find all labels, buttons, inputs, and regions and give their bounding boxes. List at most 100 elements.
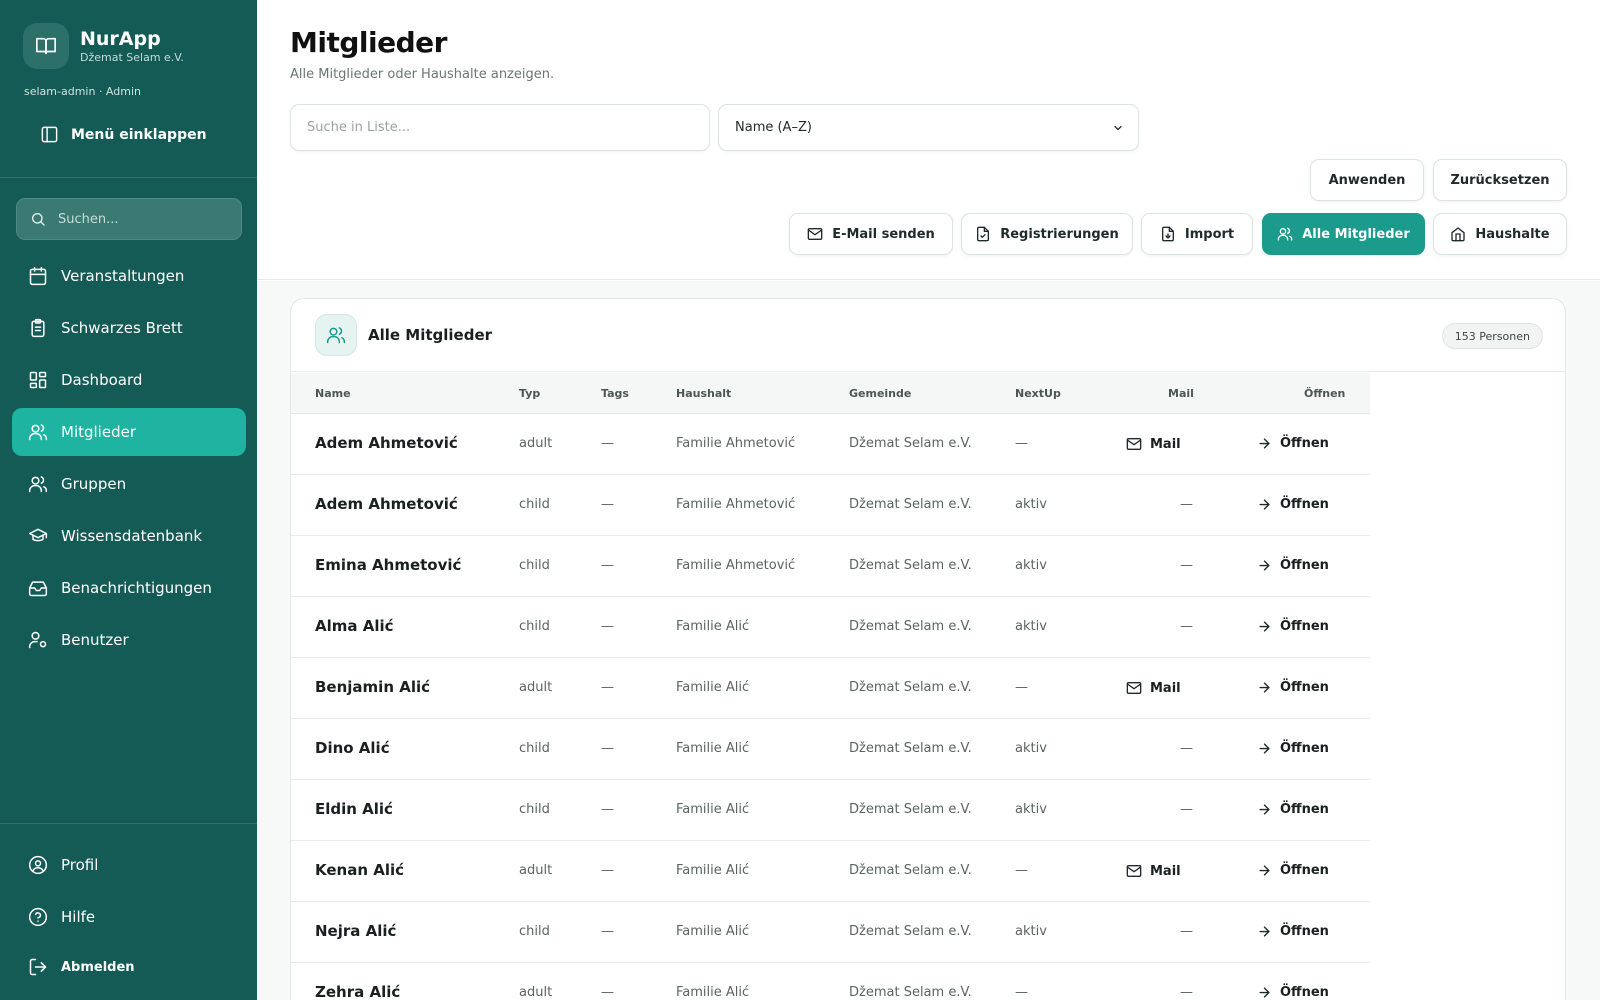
mail-icon — [807, 228, 823, 240]
reset-button[interactable]: Zurücksetzen — [1433, 159, 1567, 201]
member-tags: — — [601, 985, 614, 1000]
member-name: Kenan Alić — [315, 861, 405, 879]
sort-select[interactable]: Name (A–Z) — [718, 104, 1139, 151]
sidebar-item-mitglieder[interactable]: Mitglieder — [12, 408, 246, 456]
send-email-label: E-Mail senden — [832, 226, 935, 242]
table-row[interactable]: Alma Alić child — Familie Alić Džemat Selam … — [291, 597, 1370, 658]
member-tags: — — [601, 619, 614, 634]
member-community: Džemat Selam e.V. — [849, 436, 972, 451]
open-member-link[interactable]: Öffnen — [1257, 863, 1329, 878]
member-tags: — — [601, 497, 614, 512]
sidebar-item-profil[interactable]: Profil — [12, 841, 246, 889]
chevron-down-icon — [1114, 125, 1122, 130]
all-members-button[interactable]: Alle Mitglieder — [1262, 213, 1425, 255]
sidebar-item-dashboard[interactable]: Dashboard — [12, 356, 246, 404]
member-household: Familie Alić — [676, 802, 750, 817]
open-member-link[interactable]: Öffnen — [1257, 619, 1329, 634]
column-header-name[interactable]: Name — [315, 387, 351, 400]
registrations-button[interactable]: Registrierungen — [961, 213, 1133, 255]
member-nextup: aktiv — [1015, 802, 1047, 817]
sidebar-panel-icon — [41, 126, 58, 143]
sidebar-item-label: Hilfe — [61, 908, 96, 926]
sidebar-search[interactable] — [16, 198, 242, 240]
table-row[interactable]: Adem Ahmetović adult — Familie Ahmetović Dže… — [291, 414, 1370, 475]
sidebar-item-label: Schwarzes Brett — [61, 319, 183, 337]
sidebar-item-label: Dashboard — [61, 371, 143, 389]
members-table: Name Typ Tags Haushalt Gemeinde NextUp M… — [291, 373, 1370, 1000]
sidebar-item-label: Mitglieder — [61, 423, 136, 441]
arrow-right-icon — [1259, 804, 1270, 815]
table-row[interactable]: Nejra Alić child — Familie Alić Džemat Selam… — [291, 902, 1370, 963]
sidebar-item-benutzer[interactable]: Benutzer — [12, 616, 246, 664]
sidebar-search-input[interactable] — [58, 211, 218, 227]
member-community: Džemat Selam e.V. — [849, 741, 972, 756]
column-header-nextup[interactable]: NextUp — [1015, 387, 1061, 400]
households-button[interactable]: Haushalte — [1433, 213, 1567, 255]
open-member-link[interactable]: Öffnen — [1257, 802, 1329, 817]
send-email-button[interactable]: E-Mail senden — [789, 213, 953, 255]
column-header-type[interactable]: Typ — [519, 387, 540, 400]
logout-button[interactable]: Abmelden — [12, 943, 246, 991]
import-button[interactable]: Import — [1141, 213, 1253, 255]
open-label: Öffnen — [1280, 619, 1329, 634]
count-badge: 153 Personen — [1441, 323, 1543, 349]
mail-link[interactable]: Mail — [1126, 680, 1181, 696]
file-import-icon — [1161, 226, 1174, 242]
mail-link[interactable]: Mail — [1126, 863, 1181, 879]
inbox-icon — [28, 581, 48, 597]
table-row[interactable]: Kenan Alić adult — Familie Alić Džemat Selam… — [291, 841, 1370, 902]
open-member-link[interactable]: Öffnen — [1257, 741, 1329, 756]
sidebar: NurApp Džemat Selam e.V. selam-admin · A… — [0, 0, 257, 1000]
table-row[interactable]: Emina Ahmetović child — Familie Ahmetović Dž… — [291, 536, 1370, 597]
open-member-link[interactable]: Öffnen — [1257, 985, 1329, 1000]
member-mail: — — [1180, 802, 1193, 817]
brand[interactable]: NurApp Džemat Selam e.V. — [23, 23, 184, 69]
apply-button[interactable]: Anwenden — [1310, 159, 1424, 201]
member-tags: — — [601, 802, 614, 817]
card-title: Alle Mitglieder — [368, 326, 493, 344]
sidebar-item-label: Wissensdatenbank — [61, 527, 203, 545]
member-household: Familie Ahmetović — [676, 497, 796, 512]
sidebar-item-schwarzes-brett[interactable]: Schwarzes Brett — [12, 304, 246, 352]
table-row[interactable]: Eldin Alić child — Familie Alić Džemat Selam… — [291, 780, 1370, 841]
sidebar-item-veranstaltungen[interactable]: Veranstaltungen — [12, 252, 246, 300]
column-header-mail[interactable]: Mail — [1168, 387, 1194, 400]
member-household: Familie Alić — [676, 924, 750, 939]
open-member-link[interactable]: Öffnen — [1257, 497, 1329, 512]
member-type: child — [519, 497, 550, 512]
open-member-link[interactable]: Öffnen — [1257, 680, 1329, 695]
table-row[interactable]: Adem Ahmetović child — Familie Ahmetović Dže… — [291, 475, 1370, 536]
table-row[interactable]: Dino Alić child — Familie Alić Džemat Selam … — [291, 719, 1370, 780]
member-household: Familie Alić — [676, 741, 750, 756]
page-title: Mitglieder — [290, 26, 447, 59]
member-type: adult — [519, 436, 553, 451]
member-type: child — [519, 802, 550, 817]
households-label: Haushalte — [1475, 226, 1550, 242]
sidebar-item-benachrichtigungen[interactable]: Benachrichtigungen — [12, 564, 246, 612]
member-nextup: aktiv — [1015, 497, 1047, 512]
table-row[interactable]: Zehra Alić adult — Familie Alić Džemat Selam… — [291, 963, 1370, 1000]
column-header-community[interactable]: Gemeinde — [849, 387, 911, 400]
mail-link[interactable]: Mail — [1126, 436, 1181, 452]
list-search-input[interactable] — [290, 104, 710, 151]
mail-icon — [1126, 438, 1142, 450]
collapse-menu-button[interactable]: Menü einklappen — [40, 125, 207, 144]
column-header-tags[interactable]: Tags — [601, 387, 629, 400]
collapse-menu-label: Menü einklappen — [71, 126, 207, 143]
members-card: Alle Mitglieder 153 Personen Name Typ Ta… — [290, 298, 1566, 1000]
sidebar-item-wissensdatenbank[interactable]: Wissensdatenbank — [12, 512, 246, 560]
open-member-link[interactable]: Öffnen — [1257, 436, 1329, 451]
column-header-open[interactable]: Öffnen — [1304, 387, 1345, 400]
page-subtitle: Alle Mitglieder oder Haushalte anzeigen. — [290, 67, 555, 82]
table-header: Name Typ Tags Haushalt Gemeinde NextUp M… — [291, 373, 1370, 414]
sidebar-item-hilfe[interactable]: Hilfe — [12, 893, 246, 941]
arrow-right-icon — [1259, 743, 1270, 754]
open-member-link[interactable]: Öffnen — [1257, 558, 1329, 573]
users-icon — [315, 314, 357, 356]
column-header-household[interactable]: Haushalt — [676, 387, 731, 400]
open-member-link[interactable]: Öffnen — [1257, 924, 1329, 939]
sidebar-item-label: Benachrichtigungen — [61, 579, 212, 597]
sidebar-item-gruppen[interactable]: Gruppen — [12, 460, 246, 508]
table-row[interactable]: Benjamin Alić adult — Familie Alić Džemat Se… — [291, 658, 1370, 719]
member-name: Nejra Alić — [315, 922, 397, 940]
